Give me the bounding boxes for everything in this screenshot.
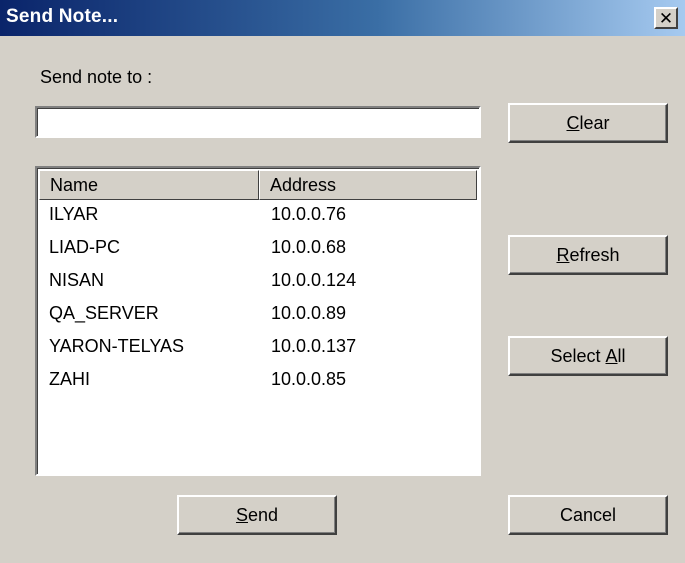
window-title: Send Note...: [6, 6, 119, 27]
close-icon: ✕: [658, 8, 674, 28]
column-header-address[interactable]: Address: [259, 170, 477, 200]
send-mnemonic: S: [235, 504, 248, 525]
column-header-name[interactable]: Name: [39, 170, 259, 200]
select-all-mnemonic: A: [605, 345, 618, 366]
list-item-name: ZAHI: [49, 369, 91, 389]
list-item[interactable]: ILYAR 10.0.0.76: [39, 200, 477, 233]
list-item-address: 10.0.0.68: [271, 237, 347, 257]
list-item[interactable]: YARON-TELYAS 10.0.0.137: [39, 332, 477, 365]
send-note-to-label: Send note to :: [40, 67, 153, 87]
list-item[interactable]: QA_SERVER 10.0.0.89: [39, 299, 477, 332]
refresh-label: efresh: [569, 244, 620, 265]
list-item-name: ILYAR: [49, 204, 99, 224]
list-item-address: 10.0.0.76: [271, 204, 347, 224]
list-item-name: QA_SERVER: [49, 303, 159, 323]
clear-label: lear: [579, 112, 610, 133]
list-item-address: 10.0.0.89: [271, 303, 347, 323]
list-header: Name Address: [39, 170, 477, 200]
select-all-label-suffix: ll: [617, 345, 626, 366]
close-button[interactable]: ✕: [654, 7, 678, 29]
send-note-to-input[interactable]: [35, 106, 481, 138]
list-item-name: NISAN: [49, 270, 105, 290]
list-item-address: 10.0.0.124: [271, 270, 357, 290]
list-item[interactable]: ZAHI 10.0.0.85: [39, 365, 477, 398]
cancel-label: Cancel: [559, 504, 617, 525]
refresh-button[interactable]: Refresh: [508, 235, 668, 275]
select-all-button[interactable]: Select All: [508, 336, 668, 376]
refresh-mnemonic: R: [556, 244, 570, 265]
title-bar[interactable]: Send Note... ✕: [0, 0, 685, 36]
send-button[interactable]: Send: [177, 495, 337, 535]
recipients-list[interactable]: Name Address ILYAR 10.0.0.76 LIAD-PC 10.…: [35, 166, 481, 476]
select-all-label-prefix: Select: [550, 345, 606, 366]
send-label: end: [247, 504, 279, 525]
cancel-button[interactable]: Cancel: [508, 495, 668, 535]
list-item-name: LIAD-PC: [49, 237, 121, 257]
list-item[interactable]: LIAD-PC 10.0.0.68: [39, 233, 477, 266]
list-item-name: YARON-TELYAS: [49, 336, 185, 356]
clear-button[interactable]: Clear: [508, 103, 668, 143]
list-item-address: 10.0.0.85: [271, 369, 347, 389]
list-item[interactable]: NISAN 10.0.0.124: [39, 266, 477, 299]
list-item-address: 10.0.0.137: [271, 336, 357, 356]
clear-mnemonic: C: [566, 112, 580, 133]
send-note-dialog: Send Note... ✕ Send note to : Clear Name…: [0, 0, 685, 563]
